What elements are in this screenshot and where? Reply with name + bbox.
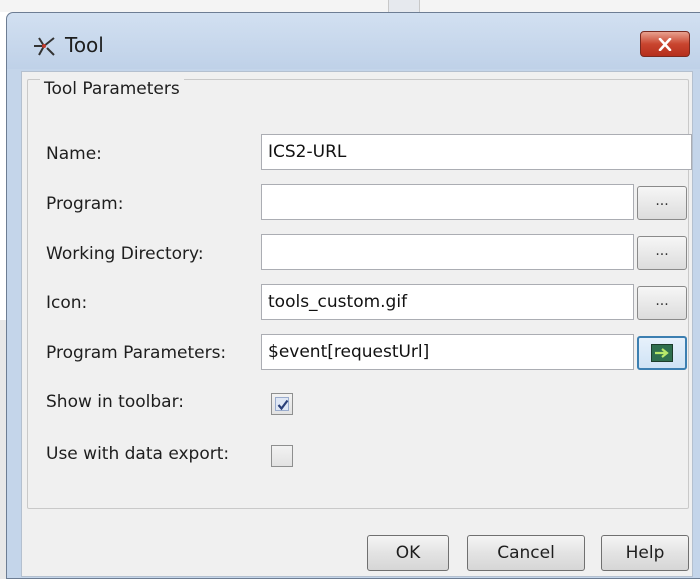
- show-in-toolbar-label: Show in toolbar:: [46, 392, 184, 412]
- program-label: Program:: [46, 194, 124, 214]
- cancel-button[interactable]: Cancel: [467, 535, 585, 571]
- checkmark-icon: [275, 397, 289, 411]
- program-parameters-label: Program Parameters:: [46, 343, 227, 363]
- use-with-data-export-label: Use with data export:: [46, 444, 230, 464]
- program-input[interactable]: [261, 184, 634, 220]
- name-label: Name:: [46, 144, 102, 164]
- working-directory-input[interactable]: [261, 234, 634, 270]
- program-browse-button[interactable]: ...: [637, 186, 687, 220]
- working-directory-browse-button[interactable]: ...: [637, 236, 687, 270]
- icon-browse-button[interactable]: ...: [637, 286, 687, 320]
- window-title: Tool: [65, 33, 104, 57]
- working-directory-label: Working Directory:: [46, 244, 204, 264]
- ok-button[interactable]: OK: [367, 535, 449, 571]
- background-window-edge: [388, 0, 420, 12]
- insert-variable-button[interactable]: [637, 336, 687, 370]
- program-parameters-input[interactable]: [261, 334, 634, 370]
- icon-input[interactable]: [261, 284, 634, 320]
- tool-dialog: Tool Tool Parameters Name: Program: ... …: [6, 12, 700, 579]
- close-icon: [658, 38, 672, 51]
- background-desktop: [0, 0, 700, 12]
- group-title: Tool Parameters: [40, 79, 184, 99]
- help-button[interactable]: Help: [601, 535, 689, 571]
- tool-parameters-group: Tool Parameters Name: Program: ... Worki…: [27, 79, 692, 509]
- insert-variable-icon: [651, 344, 673, 362]
- show-in-toolbar-checkbox[interactable]: [271, 393, 293, 415]
- title-bar[interactable]: Tool: [7, 13, 700, 69]
- use-with-data-export-checkbox[interactable]: [271, 445, 293, 467]
- dialog-client-area: Tool Parameters Name: Program: ... Worki…: [21, 71, 693, 577]
- close-button[interactable]: [640, 31, 690, 57]
- name-input[interactable]: [261, 134, 692, 170]
- tool-app-icon: [31, 33, 57, 59]
- icon-label: Icon:: [46, 293, 88, 313]
